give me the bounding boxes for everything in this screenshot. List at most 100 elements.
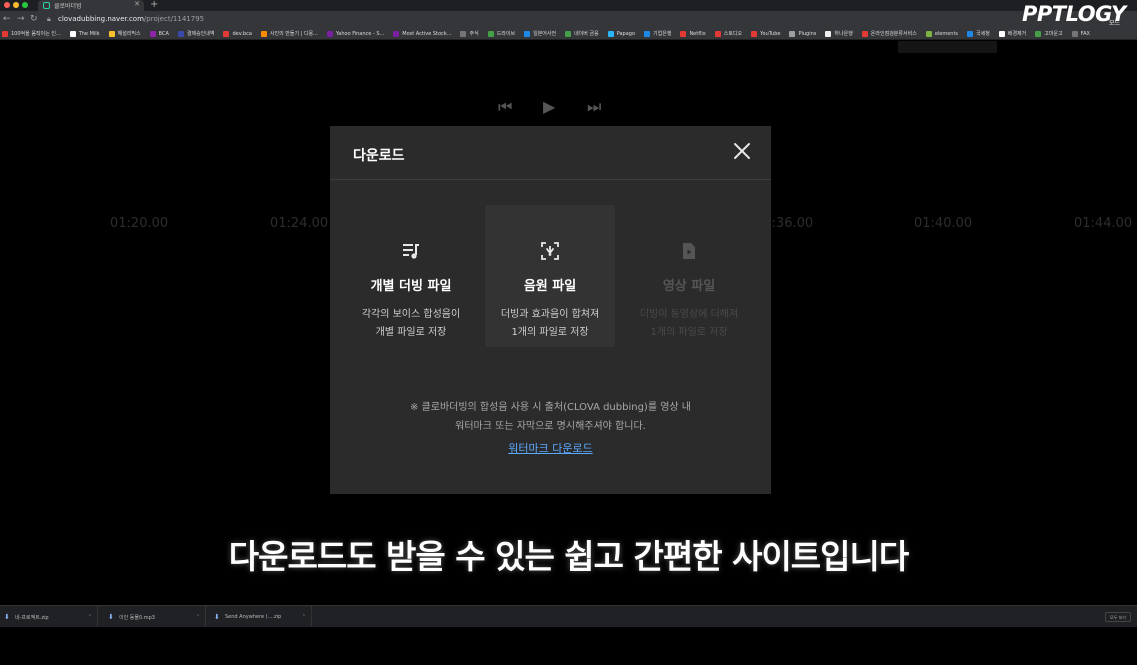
bookmark-favicon-icon xyxy=(789,30,796,37)
bookmark-favicon-icon xyxy=(260,30,267,37)
bookmark-label: The Milk xyxy=(78,30,100,37)
show-all-downloads-button[interactable]: 모두 보기 xyxy=(1105,612,1131,622)
download-file-icon: ⬇ xyxy=(4,613,10,621)
bookmark-item[interactable]: 기업은행 xyxy=(644,30,671,37)
url-field[interactable]: clovadubbing.naver.com/project/1141795 xyxy=(58,15,204,23)
bookmark-item[interactable]: dev.bca xyxy=(223,30,252,37)
window-minimize-button[interactable] xyxy=(13,2,19,8)
bookmark-label: 고마운고 xyxy=(1044,31,1063,37)
bookmark-favicon-icon xyxy=(680,30,687,37)
bookmark-item[interactable]: Plugins xyxy=(789,30,817,37)
bookmark-favicon-icon xyxy=(524,30,531,37)
download-item[interactable]: ⬇ Send Anywhere (....zip ⌃ xyxy=(210,606,312,628)
forward-arrow-icon[interactable]: → xyxy=(17,14,25,24)
option-description: 각각의 보이스 합성음이 개별 파일로 저장 xyxy=(346,306,476,342)
download-menu-icon[interactable]: ⌃ xyxy=(196,614,200,620)
modal-title: 다운로드 xyxy=(353,148,405,164)
tab-title: 클로바더빙 xyxy=(54,3,82,10)
bookmark-item[interactable]: Yahoo Finance - S... xyxy=(326,30,384,37)
download-item[interactable]: ⬇ 이인 동물0.mp3 ⌃ xyxy=(104,606,206,628)
back-arrow-icon[interactable]: ← xyxy=(3,14,11,24)
download-item[interactable]: ⬇ 네-프로젝트.zip ⌃ xyxy=(0,606,98,628)
bookmark-label: dev.bca xyxy=(232,30,252,37)
bookmark-item[interactable]: 온라인점검분류서비스 xyxy=(861,30,917,37)
bookmark-favicon-icon xyxy=(607,30,614,37)
window-close-button[interactable] xyxy=(4,2,10,8)
bookmark-item[interactable]: Papago xyxy=(607,30,636,37)
notice-line: 워터마크 또는 자막으로 명시해주셔야 합니다. xyxy=(455,421,646,432)
download-menu-icon[interactable]: ⌃ xyxy=(302,614,306,620)
bookmark-item[interactable]: 네이버 금융 xyxy=(565,30,599,37)
bookmark-item[interactable]: 사진의 만들기 | 디몽... xyxy=(260,30,318,37)
bookmark-favicon-icon xyxy=(177,30,184,37)
play-icon[interactable]: ▶ xyxy=(543,97,555,116)
download-menu-icon[interactable]: ⌃ xyxy=(88,614,92,620)
option-individual-dubbing-file[interactable]: 개별 더빙 파일 각각의 보이스 합성음이 개별 파일로 저장 xyxy=(346,205,476,347)
bookmark-label: Most Active Stock... xyxy=(402,30,452,37)
bookmark-item[interactable]: 하나은행 xyxy=(825,30,853,37)
option-description: 더빙이 동영상에 더해져 1개의 파일로 저장 xyxy=(624,306,754,342)
lock-icon[interactable]: 🔒︎ xyxy=(47,15,51,24)
bookmark-item[interactable]: elements xyxy=(925,30,959,37)
notice-line: ※ 클로바더빙의 합성음 사용 시 출처(CLOVA dubbing)를 영상 … xyxy=(410,402,691,413)
option-description: 더빙과 효과음이 합쳐져 1개의 파일로 저장 xyxy=(485,306,615,342)
skip-previous-icon[interactable]: ⏮ xyxy=(498,97,512,117)
reload-icon[interactable]: ↻ xyxy=(30,14,38,24)
bookmark-label: YouTube xyxy=(760,30,781,37)
bookmark-item[interactable]: YouTube xyxy=(751,30,781,37)
music-list-icon xyxy=(403,244,419,259)
url-path: /project/1141795 xyxy=(143,15,205,23)
bookmark-item[interactable]: 고마운고 xyxy=(1035,30,1063,37)
screen-bottom xyxy=(0,627,1137,665)
watermark-download-link[interactable]: 워터마크 다운로드 xyxy=(508,442,592,455)
option-title: 영상 파일 xyxy=(662,279,716,294)
bookmark-item[interactable]: 드라이브 xyxy=(487,30,515,37)
option-title: 음원 파일 xyxy=(523,279,577,294)
bookmark-label: BCA xyxy=(158,30,169,37)
bookmark-item[interactable]: Most Active Stock... xyxy=(393,30,452,37)
bookmark-favicon-icon xyxy=(149,30,156,37)
timeline-time-label: 01:44.00 xyxy=(1074,216,1133,231)
download-file-icon: ⬇ xyxy=(214,613,220,621)
bookmark-item[interactable]: Netflix xyxy=(680,30,706,37)
bookmark-label: Plugins xyxy=(798,30,817,37)
browser-tab[interactable]: 클로바더빙 ✕ xyxy=(38,0,144,11)
close-button[interactable] xyxy=(730,139,754,163)
bookmarks-bar: 100억을 움직이는 인... The Milk 해설리믹스 BCA 결제승인내역 dev… xyxy=(0,28,1137,40)
bookmark-item[interactable]: 결제승인내역 xyxy=(177,30,215,37)
bookmark-item[interactable]: 국세청 xyxy=(967,30,990,37)
audio-merge-icon xyxy=(541,242,559,260)
window-maximize-button[interactable] xyxy=(22,2,28,8)
bookmark-item[interactable]: 주식 xyxy=(460,30,479,37)
bookmark-label: Papago xyxy=(616,30,636,37)
bookmark-item[interactable]: 해설리믹스 xyxy=(108,30,141,37)
option-audio-file[interactable]: 음원 파일 더빙과 효과음이 합쳐져 1개의 파일로 저장 xyxy=(485,205,615,347)
bookmark-label: 결제승인내역 xyxy=(186,31,215,37)
bookmark-favicon-icon xyxy=(751,30,758,37)
tab-close-icon[interactable]: ✕ xyxy=(134,0,140,8)
bookmark-label: Netflix xyxy=(689,30,706,37)
bookmark-item[interactable]: FAX xyxy=(1071,30,1090,37)
bookmark-label: elements xyxy=(934,30,959,37)
bookmark-label: 사진의 만들기 | 디몽... xyxy=(269,31,318,37)
bookmark-favicon-icon xyxy=(998,30,1005,37)
bookmark-item[interactable]: 배경제거 xyxy=(998,30,1027,37)
bookmark-item[interactable]: The Milk xyxy=(69,30,100,37)
download-shelf: ⬇ 네-프로젝트.zip ⌃ ⬇ 이인 동물0.mp3 ⌃ ⬇ Send Any… xyxy=(0,605,1137,628)
bookmark-favicon-icon xyxy=(925,30,932,37)
bookmark-item[interactable]: 100억을 움직이는 인... xyxy=(2,30,61,37)
skip-next-icon[interactable]: ⏭ xyxy=(587,97,601,117)
clova-favicon-icon xyxy=(43,2,50,9)
logo-tail-text: 모드 xyxy=(1109,20,1121,27)
close-icon xyxy=(734,143,750,159)
bookmark-favicon-icon xyxy=(69,30,76,37)
bookmark-item[interactable]: 스토디오 xyxy=(714,30,742,37)
bookmark-item[interactable]: BCA xyxy=(149,30,169,37)
bookmark-label: 배경제거 xyxy=(1007,31,1027,37)
bookmark-item[interactable]: 일본어사전 xyxy=(524,30,556,37)
bookmark-favicon-icon xyxy=(223,30,230,37)
bookmark-favicon-icon xyxy=(1035,30,1042,37)
timeline-time-label: 01:24.00 xyxy=(270,216,329,231)
bookmark-favicon-icon xyxy=(393,30,400,37)
new-tab-button[interactable]: + xyxy=(150,0,158,10)
